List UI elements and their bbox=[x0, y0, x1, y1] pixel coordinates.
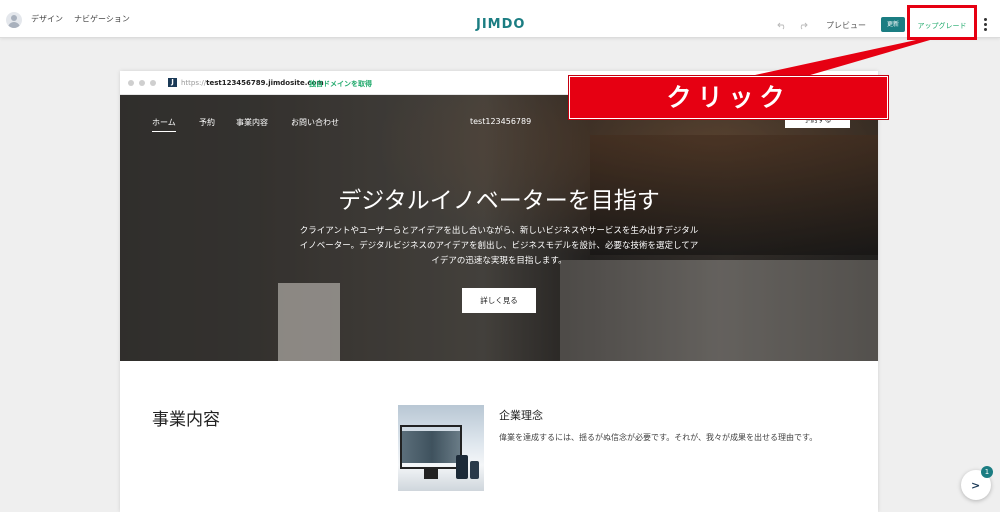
site-url: https://test123456789.jimdosite.com bbox=[181, 79, 324, 87]
philosophy-text: 偉業を達成するには、揺るがぬ信念が必要です。それが、我々が成果を出せる理由です。 bbox=[499, 433, 818, 442]
window-dot bbox=[150, 80, 156, 86]
nav-navigation[interactable]: ナビゲーション bbox=[74, 14, 130, 25]
philosophy-title: 企業理念 bbox=[499, 409, 543, 422]
avatar[interactable] bbox=[6, 12, 22, 28]
upgrade-button[interactable]: アップグレード bbox=[910, 21, 974, 31]
redo-icon[interactable] bbox=[798, 20, 808, 30]
get-domain-link[interactable]: 独自ドメインを取得 bbox=[309, 79, 372, 89]
editor-topbar: デザイン ナビゲーション JIMDO プレビュー 更新 アップグレード bbox=[0, 0, 1000, 40]
hero-section: ホーム 予約 事業内容 お問い合わせ test123456789 予約する デジ… bbox=[120, 95, 878, 361]
hero-description: クライアントやユーザーらとアイデアを出し合いながら、新しいビジネスやサービスを生… bbox=[299, 226, 699, 266]
hero-headline: デジタルイノベーターを目指す bbox=[338, 188, 660, 214]
undo-icon[interactable] bbox=[777, 20, 787, 30]
site-nav-business[interactable]: 事業内容 bbox=[236, 117, 268, 128]
click-callout: クリック bbox=[569, 76, 888, 119]
preview-button[interactable]: プレビュー bbox=[826, 20, 866, 31]
jimdo-logo: JIMDO bbox=[476, 17, 526, 32]
site-nav-reserve[interactable]: 予約 bbox=[199, 117, 215, 128]
monitor-image bbox=[398, 405, 484, 491]
chevron-right-icon: > bbox=[971, 479, 981, 492]
site-preview-frame: J https://test123456789.jimdosite.com 独自… bbox=[120, 71, 878, 512]
site-name: test123456789 bbox=[470, 117, 532, 126]
window-dot bbox=[128, 80, 134, 86]
help-fab[interactable]: > 1 bbox=[961, 466, 993, 500]
window-dot bbox=[139, 80, 145, 86]
site-nav-home[interactable]: ホーム bbox=[152, 117, 176, 132]
learn-more-button[interactable]: 詳しく見る bbox=[462, 288, 536, 313]
more-vertical-icon[interactable] bbox=[984, 18, 988, 32]
jimdo-favicon-icon: J bbox=[168, 78, 177, 87]
nav-design[interactable]: デザイン bbox=[31, 14, 63, 25]
section-title: 事業内容 bbox=[152, 410, 220, 430]
update-button[interactable]: 更新 bbox=[881, 17, 905, 32]
site-nav-contact[interactable]: お問い合わせ bbox=[291, 117, 339, 128]
notification-badge: 1 bbox=[981, 466, 993, 478]
upgrade-highlight: アップグレード bbox=[907, 5, 977, 40]
